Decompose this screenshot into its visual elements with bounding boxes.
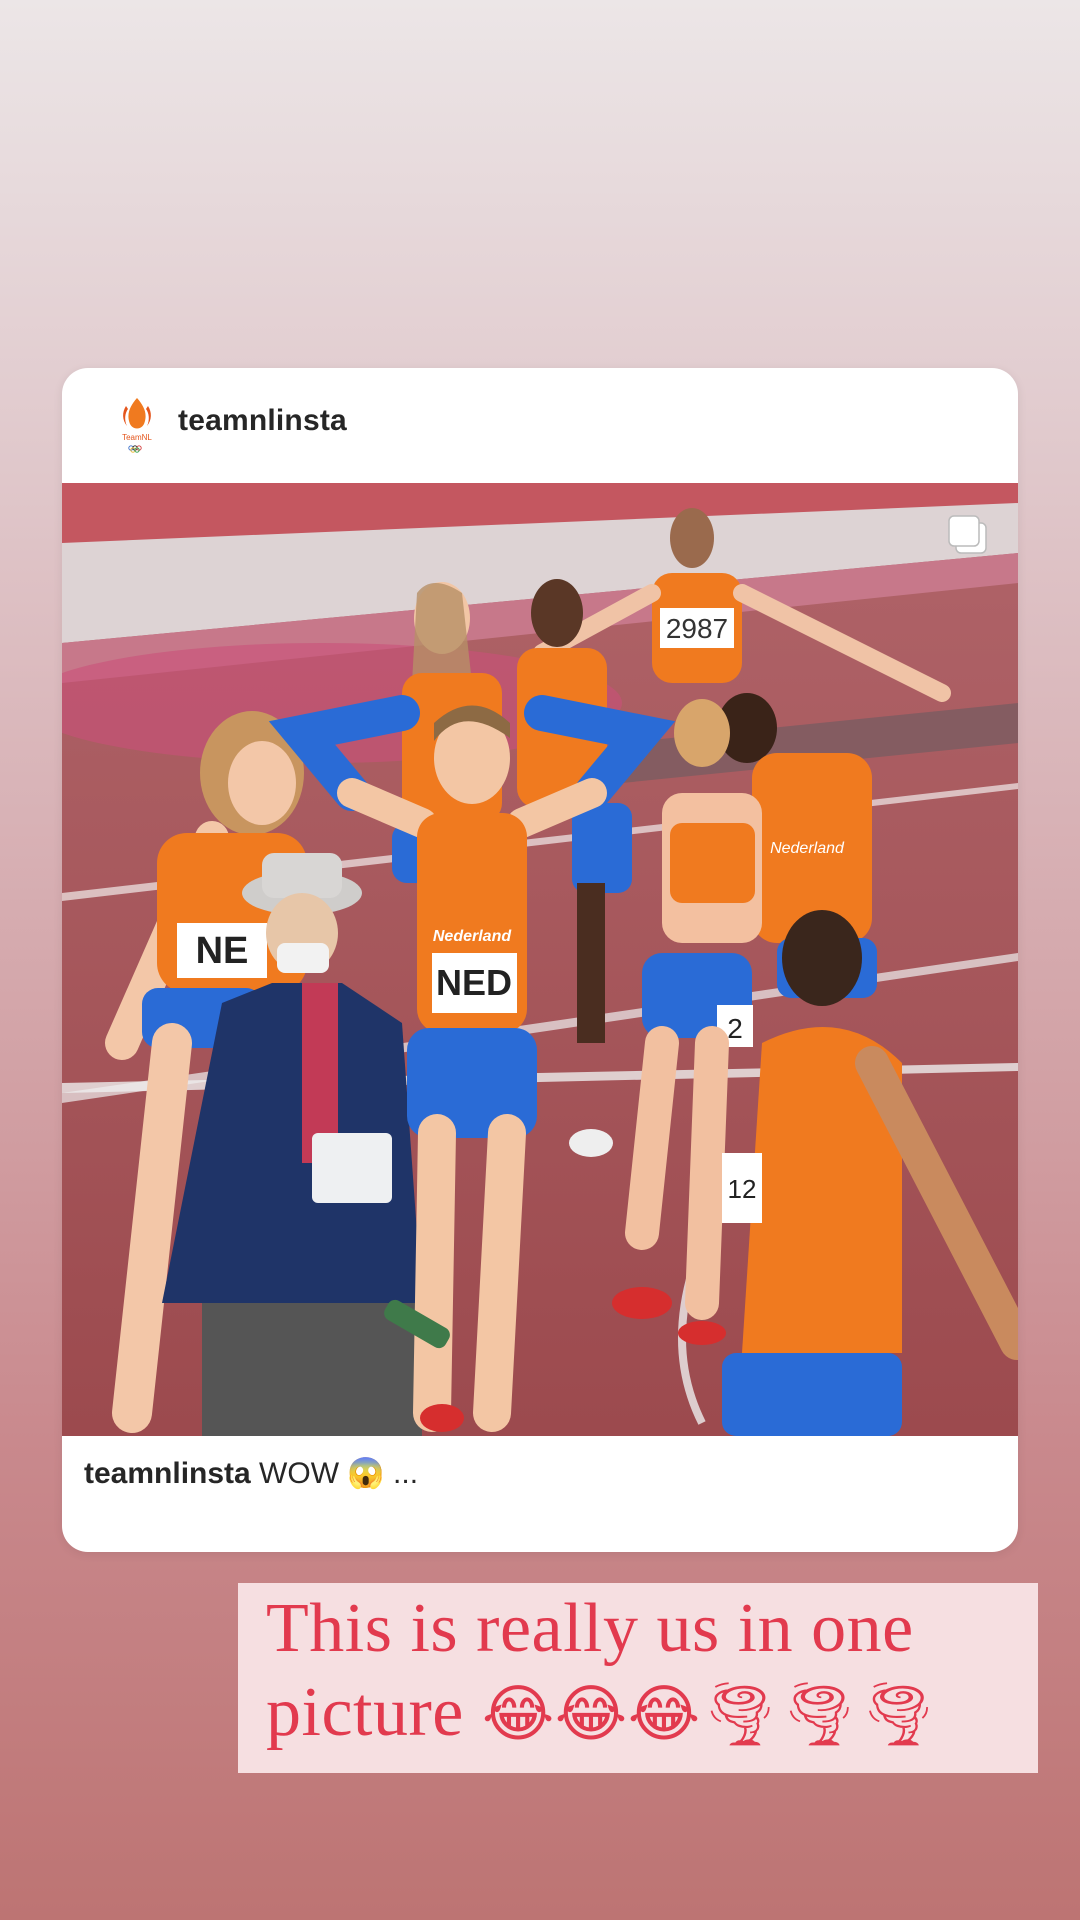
story-text-sticker[interactable]: This is really us in one picture 😂😂😂🌪🌪🌪 [238,1583,1038,1773]
caption-text: WOW 😱 ... [250,1457,419,1490]
svg-text:12: 12 [728,1174,757,1204]
svg-text:NE: NE [196,930,249,972]
story-text-line-2: picture 😂😂😂🌪🌪🌪 [266,1673,938,1753]
caption-username[interactable]: teamnlinsta [84,1457,251,1490]
story-text-line-1: This is really us in one [266,1590,914,1667]
teamnl-logo-icon[interactable]: TeamNL [100,390,174,460]
post-username[interactable]: teamnlinsta [178,404,347,438]
laughing-tornado-emoji-icon: 😂😂😂🌪🌪🌪 [481,1677,939,1750]
svg-text:TeamNL: TeamNL [122,433,152,442]
svg-text:2: 2 [727,1013,743,1044]
post-photo[interactable]: 2987 Nederland 2 NE Nederland NED 12 [62,483,1018,1436]
svg-text:2987: 2987 [666,613,728,644]
svg-text:Nederland: Nederland [433,928,512,945]
instagram-post-card[interactable]: TeamNL teamnlinsta 2987 Nederland 2 NE N… [62,368,1018,1552]
story-text-line-2-words: picture [266,1674,482,1751]
svg-text:NED: NED [436,962,512,1003]
svg-text:Nederland: Nederland [770,840,845,857]
carousel-icon [946,513,990,557]
post-caption[interactable]: teamnlinsta WOW 😱 ... [84,1456,418,1491]
post-header: TeamNL teamnlinsta [62,368,1018,483]
